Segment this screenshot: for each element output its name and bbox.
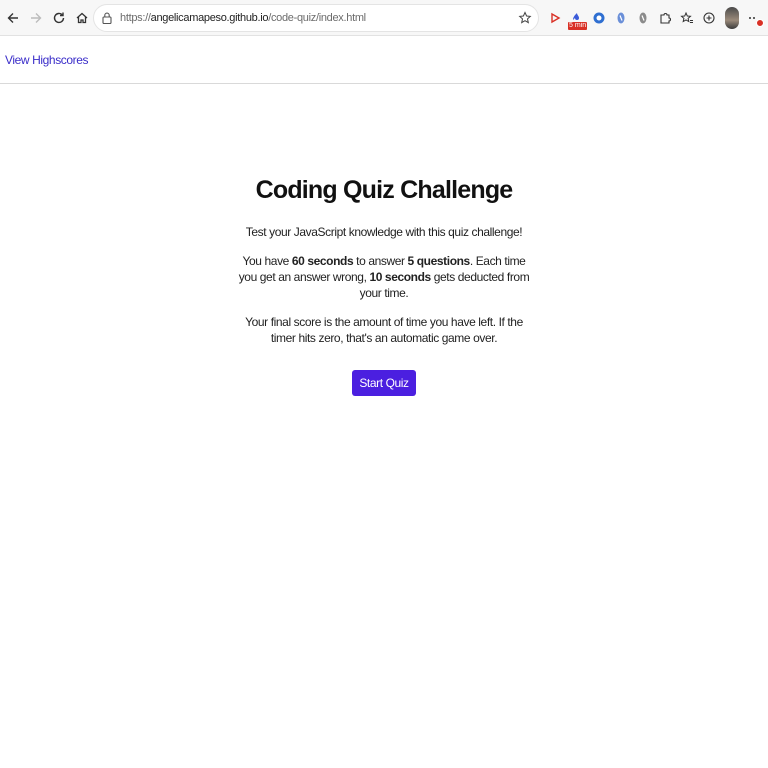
lock-icon[interactable] (100, 11, 114, 25)
browser-toolbar: https://angelicamapeso.github.io/code-qu… (0, 0, 768, 36)
more-icon[interactable] (744, 7, 764, 29)
url-text[interactable]: https://angelicamapeso.github.io/code-qu… (120, 12, 366, 24)
collections-icon[interactable] (698, 7, 720, 29)
start-quiz-button[interactable]: Start Quiz (352, 370, 416, 396)
time-limit: 60 seconds (291, 254, 354, 268)
quiz-start-panel: Coding Quiz Challenge Test your JavaScri… (0, 172, 768, 396)
reload-icon[interactable] (48, 7, 70, 29)
timer-extension-icon[interactable]: 5 min (566, 7, 588, 30)
extension-badge: 5 min (568, 22, 588, 30)
view-highscores-link[interactable]: View Highscores (5, 53, 89, 67)
rules-text: You have 60 seconds to answer 5 question… (238, 254, 530, 300)
page-header: View Highscores (0, 37, 768, 84)
favorites-icon[interactable] (676, 7, 698, 29)
edge-extension-icon[interactable] (588, 7, 610, 29)
back-icon[interactable] (2, 7, 24, 29)
extensions-tray: 5 min (544, 0, 764, 36)
favorite-star-icon[interactable] (518, 11, 532, 25)
play-extension-icon[interactable] (544, 7, 566, 29)
notification-dot (756, 19, 764, 27)
avatar[interactable] (720, 7, 744, 29)
penalty-time: 10 seconds (369, 270, 431, 284)
puzzle-extension-icon[interactable] (654, 7, 676, 29)
address-bar[interactable]: https://angelicamapeso.github.io/code-qu… (93, 4, 539, 32)
gray-extension-icon[interactable] (632, 7, 654, 29)
page-title: Coding Quiz Challenge (255, 176, 514, 204)
forward-icon[interactable] (25, 7, 47, 29)
blue-extension-icon[interactable] (610, 7, 632, 29)
intro-text: Test your JavaScript knowledge with this… (245, 225, 523, 239)
home-icon[interactable] (71, 7, 93, 29)
question-count: 5 questions (407, 254, 471, 268)
score-note-text: Your final score is the amount of time y… (245, 315, 523, 345)
